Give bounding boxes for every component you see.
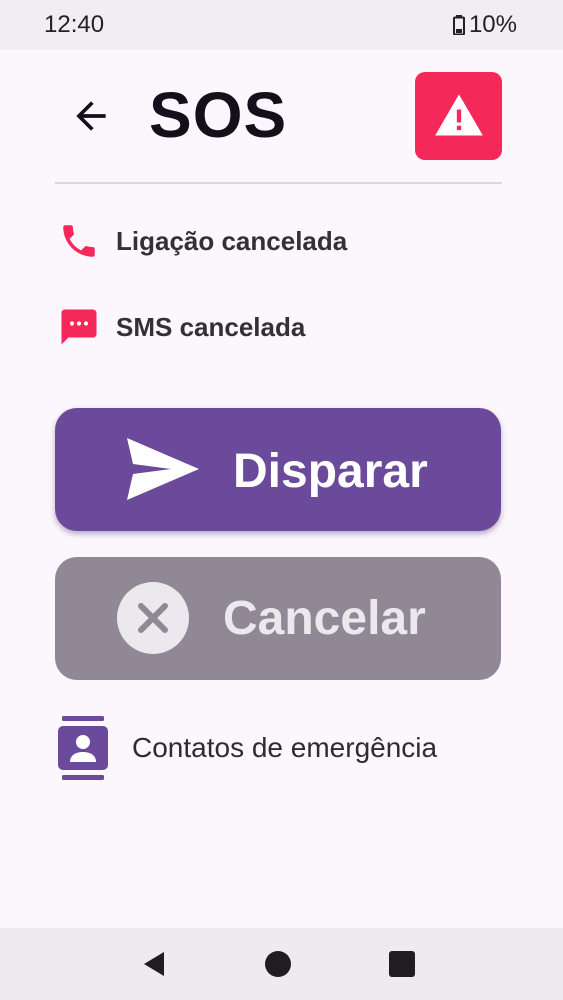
cancel-button-label: Cancelar <box>223 592 426 645</box>
trigger-button-label: Disparar <box>233 445 428 498</box>
call-status-label: Ligação cancelada <box>116 225 348 256</box>
sms-status: SMS cancelada <box>58 306 305 348</box>
status-time: 12:40 <box>44 11 105 38</box>
battery-icon <box>452 15 465 35</box>
recents-square-icon[interactable] <box>388 950 416 978</box>
phone-icon <box>63 225 95 257</box>
header: SOS <box>55 72 502 162</box>
arrow-left-icon <box>76 101 106 131</box>
sms-icon <box>61 309 97 345</box>
back-button[interactable] <box>67 92 115 140</box>
page-title: SOS <box>149 79 288 151</box>
warning-triangle-icon <box>434 94 483 136</box>
send-icon <box>127 438 199 500</box>
divider <box>55 182 502 184</box>
status-bar: 12:40 10% <box>0 0 563 50</box>
alert-button[interactable] <box>415 72 502 160</box>
system-nav-bar <box>0 928 563 1000</box>
back-triangle-icon[interactable] <box>142 950 166 978</box>
cancel-button[interactable]: Cancelar <box>55 557 501 680</box>
call-status: Ligação cancelada <box>58 220 347 262</box>
contacts-icon <box>58 716 108 780</box>
trigger-button[interactable]: Disparar <box>55 408 501 531</box>
home-circle-icon[interactable] <box>264 950 292 978</box>
status-right: 10% <box>452 11 517 39</box>
close-circle-icon <box>117 582 189 654</box>
emergency-contacts-item[interactable]: Contatos de emergência <box>58 716 437 780</box>
emergency-contacts-label: Contatos de emergência <box>132 732 438 763</box>
battery-level: 10% <box>468 11 517 38</box>
sms-status-label: SMS cancelada <box>116 311 306 342</box>
